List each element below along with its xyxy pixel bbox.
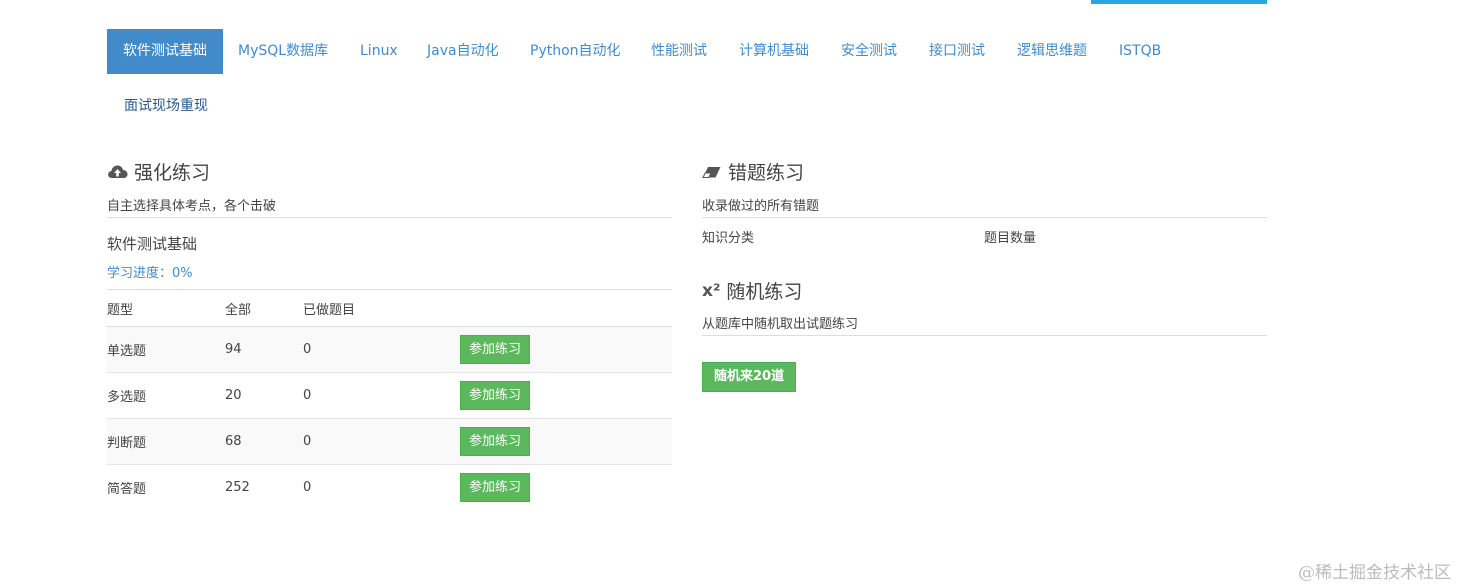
tab-security[interactable]: 安全测试 — [841, 29, 897, 74]
wrong-title: 错题练习 — [728, 162, 805, 184]
random-heading: x² 随机练习 — [702, 277, 802, 304]
header-type: 题型 — [107, 289, 225, 327]
row-done: 0 — [303, 372, 460, 419]
random-20-button[interactable]: 随机来20道 — [702, 362, 797, 392]
subject-title: 软件测试基础 — [107, 235, 198, 253]
practice-title: 强化练习 — [134, 162, 211, 184]
join-practice-button[interactable]: 参加练习 — [460, 381, 531, 410]
tab-python[interactable]: Python自动化 — [530, 29, 621, 74]
row-all: 252 — [225, 480, 250, 496]
row-done: 0 — [303, 418, 460, 465]
wrong-heading: 错题练习 — [702, 158, 804, 185]
progress-label: 学习进度： — [107, 266, 173, 281]
row-type: 判断题 — [107, 418, 225, 465]
wrong-col-count: 题目数量 — [984, 231, 1037, 246]
table-row: 判断题 68 0 参加练习 — [107, 418, 672, 465]
tab-istqb[interactable]: ISTQB — [1119, 29, 1161, 74]
practice-description: 自主选择具体考点，各个击破 — [107, 199, 277, 214]
tab-logic[interactable]: 逻辑思维题 — [1017, 29, 1087, 74]
divider — [702, 217, 1267, 218]
tab-java[interactable]: Java自动化 — [427, 29, 499, 74]
random-title: 随机练习 — [726, 281, 803, 303]
divider — [702, 335, 1267, 336]
cloud-upload-icon — [107, 163, 128, 181]
row-type: 简答题 — [107, 482, 147, 498]
join-practice-button[interactable]: 参加练习 — [460, 427, 531, 456]
tab-interview[interactable]: 面试现场重现 — [124, 84, 208, 129]
row-type: 多选题 — [107, 372, 225, 419]
tab-api[interactable]: 接口测试 — [929, 29, 985, 74]
table-row: 简答题 252 0 参加练习 — [107, 465, 672, 511]
divider — [107, 217, 672, 218]
tab-computer-basics[interactable]: 计算机基础 — [739, 29, 809, 74]
table-row: 单选题 94 0 参加练习 — [107, 326, 672, 373]
tab-linux[interactable]: Linux — [360, 29, 398, 74]
header-action — [460, 289, 672, 327]
tab-mysql[interactable]: MySQL数据库 — [238, 29, 328, 74]
random-description: 从题库中随机取出试题练习 — [702, 317, 859, 332]
practice-heading: 强化练习 — [107, 158, 210, 185]
join-practice-button[interactable]: 参加练习 — [460, 473, 531, 503]
row-type: 单选题 — [107, 326, 225, 373]
header-all: 全部 — [225, 289, 303, 327]
top-accent-bar — [1091, 0, 1267, 4]
superscript-icon: x² — [702, 280, 721, 301]
join-practice-button[interactable]: 参加练习 — [460, 335, 531, 364]
row-all: 94 — [225, 326, 303, 373]
tab-performance[interactable]: 性能测试 — [651, 29, 707, 74]
question-type-table: 题型 全部 已做题目 单选题 94 0 参加练习 多选题 20 0 参加练习 判… — [107, 289, 672, 511]
progress-value: 0% — [172, 266, 193, 281]
category-tabs: 软件测试基础 MySQL数据库 Linux Java自动化 Python自动化 … — [107, 29, 1267, 129]
table-row: 多选题 20 0 参加练习 — [107, 372, 672, 419]
wrong-description: 收录做过的所有错题 — [702, 199, 820, 214]
wrong-col-category: 知识分类 — [702, 231, 755, 246]
watermark: @稀土掘金技术社区 — [1298, 563, 1451, 583]
row-done: 0 — [303, 326, 460, 373]
table-header-row: 题型 全部 已做题目 — [107, 289, 672, 327]
row-done: 0 — [303, 480, 312, 496]
eraser-icon — [702, 165, 722, 179]
header-done: 已做题目 — [303, 289, 460, 327]
tab-software-testing[interactable]: 软件测试基础 — [107, 29, 223, 74]
row-all: 20 — [225, 372, 303, 419]
progress-text: 学习进度：0% — [107, 262, 193, 281]
row-all: 68 — [225, 418, 303, 465]
